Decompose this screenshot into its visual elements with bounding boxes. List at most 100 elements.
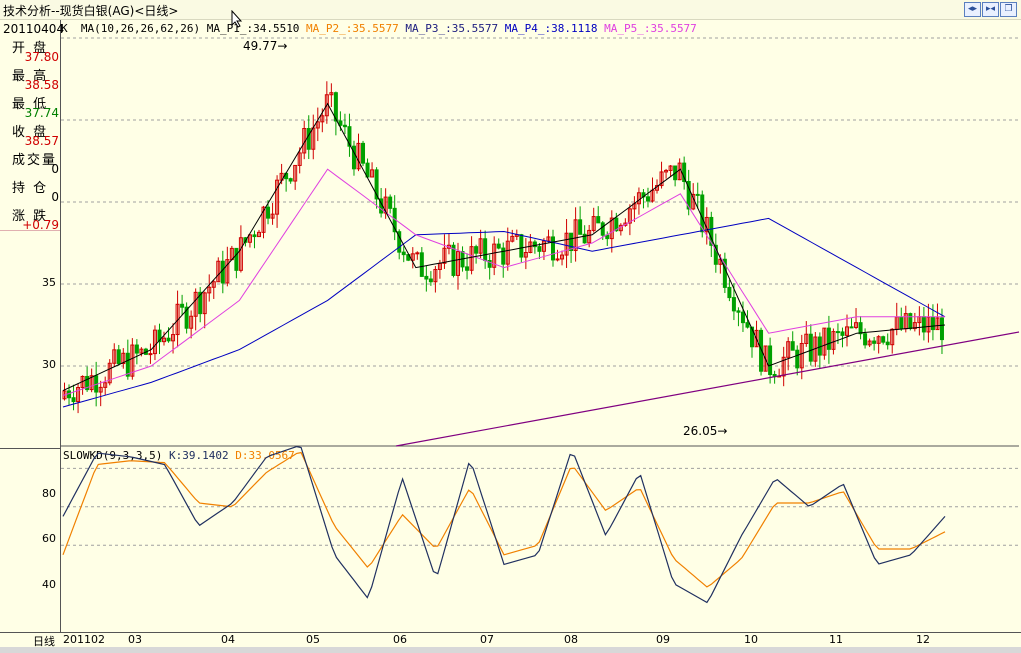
candle-body — [695, 193, 700, 196]
kd-k-line — [62, 445, 946, 604]
candle-body — [899, 316, 904, 330]
candle-body — [537, 246, 542, 252]
prev-icon[interactable]: ◂▸ — [964, 2, 981, 17]
candle-body — [234, 247, 239, 271]
x-tick-label: 07 — [480, 633, 494, 646]
candle-body — [740, 311, 745, 324]
candle-body — [930, 316, 935, 331]
kd-tick-label: 40 — [42, 578, 56, 591]
status-bar — [0, 647, 1021, 653]
candle-body — [166, 337, 171, 342]
window-title: 技术分析--现货白银(AG)<日线> — [3, 4, 179, 18]
info-field-value: 38.58 — [24, 78, 59, 92]
candle-body — [342, 124, 347, 128]
x-axis: 日线 201102 03 04 05 06 07 08 09 10 11 12 — [0, 632, 1021, 648]
candle-body — [220, 260, 225, 284]
candle-body — [419, 252, 424, 277]
kd-panel-divider — [0, 448, 60, 450]
x-tick-label: 09 — [656, 633, 670, 646]
candle-body — [921, 316, 926, 333]
candle-body — [768, 345, 773, 376]
candle-body — [835, 331, 840, 334]
candle-body — [465, 266, 470, 271]
x-tick-label: 11 — [829, 633, 843, 646]
x-tick-label: 08 — [564, 633, 578, 646]
title-bar: 技术分析--现货白银(AG)<日线> ◂▸ ▸◂ ❐ — [0, 0, 1021, 20]
info-date: 20110404 — [3, 22, 65, 36]
candle-body — [401, 251, 406, 256]
candle-body — [519, 234, 524, 258]
candle-body — [808, 333, 813, 362]
kd-tick-label: 60 — [42, 532, 56, 545]
candle-body — [939, 317, 944, 341]
info-field-value: 0 — [51, 190, 59, 204]
candle-body — [908, 313, 913, 330]
candle-body — [252, 234, 257, 238]
next-icon[interactable]: ▸◂ — [982, 2, 999, 17]
candle-body — [134, 344, 139, 354]
candle-body — [863, 333, 868, 346]
restore-icon[interactable]: ❐ — [1000, 2, 1017, 17]
x-tick-label: 05 — [306, 633, 320, 646]
candle-body — [428, 278, 433, 283]
candle-body — [578, 219, 583, 235]
candle-body — [388, 196, 393, 209]
candle-body — [496, 243, 501, 249]
candle-body — [483, 238, 488, 262]
candle-body — [731, 297, 736, 312]
candle-body — [745, 322, 750, 328]
candle-body — [826, 327, 831, 350]
candle-body — [790, 341, 795, 351]
candle-body — [266, 206, 271, 219]
candle-body — [600, 222, 605, 236]
candle-body — [840, 331, 845, 336]
candle-body — [727, 286, 732, 299]
kd-tick-label: 80 — [42, 487, 56, 500]
candle-body — [736, 310, 741, 313]
candle-body — [415, 252, 420, 255]
candle-body — [881, 336, 886, 343]
x-tick-label: 03 — [128, 633, 142, 646]
x-tick-label: 12 — [916, 633, 930, 646]
candle-body — [351, 145, 356, 170]
price-chart[interactable]: 49.77→ 26.05→ — [61, 20, 1021, 632]
price-tick-label: 30 — [42, 358, 56, 371]
price-tick-label: 35 — [42, 276, 56, 289]
candle-body — [148, 353, 153, 356]
info-field-value: 38.57 — [24, 134, 59, 148]
info-panel: 20110404 开 盘 37.80 最 高 38.58 最 低 37.74 收 盘 38.5… — [0, 20, 65, 633]
candle-body — [501, 247, 506, 265]
candle-body — [858, 322, 863, 335]
info-field-label: 成交量 — [12, 153, 58, 168]
info-field-value: 37.80 — [24, 50, 59, 64]
candle-body — [645, 196, 650, 202]
info-field-value: 37.74 — [24, 106, 59, 120]
candle-body — [361, 142, 366, 164]
candle-body — [795, 349, 800, 369]
candle-body — [849, 326, 854, 329]
candle-body — [116, 349, 121, 365]
mouse-cursor-icon — [231, 10, 243, 28]
candle-body — [180, 303, 185, 308]
candle-body — [125, 352, 130, 377]
x-tick-label: 201102 — [63, 633, 105, 646]
low-annotation: 26.05→ — [683, 424, 727, 438]
window-controls: ◂▸ ▸◂ ❐ — [964, 2, 1017, 17]
candle-body — [288, 178, 293, 182]
candle-body — [872, 340, 877, 344]
candle-body — [550, 236, 555, 261]
candle-body — [596, 216, 601, 224]
candle-body — [71, 397, 76, 403]
high-annotation: 49.77→ — [243, 39, 287, 53]
x-tick-label: 04 — [221, 633, 235, 646]
info-divider — [0, 230, 60, 231]
x-tick-label: 10 — [744, 633, 758, 646]
x-tick-label: 06 — [393, 633, 407, 646]
info-field-label: 持 仓 — [12, 181, 49, 196]
candle-body — [885, 341, 890, 346]
candle-body — [555, 258, 560, 261]
candle-body — [569, 232, 574, 252]
candle-body — [306, 128, 311, 150]
candle-body — [424, 275, 429, 280]
candle-body — [474, 246, 479, 254]
